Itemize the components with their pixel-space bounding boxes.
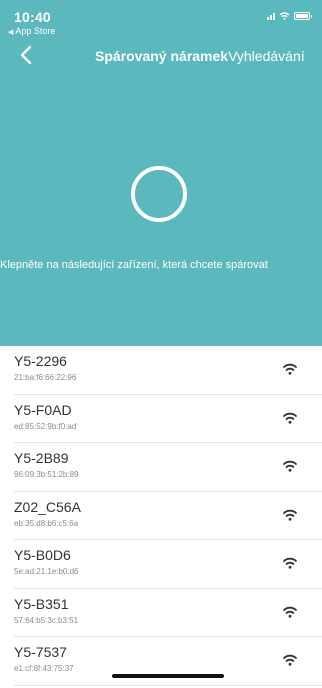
signal-strength-icon <box>283 509 297 521</box>
pairing-hint: Klepněte na následující zařízení, která … <box>0 259 268 271</box>
cellular-signal-icon <box>267 12 275 20</box>
device-row[interactable]: Z02_C56A eb:35:d8:b6:c5:6a <box>14 492 322 540</box>
device-mac-address: e1:cf:8f:43:75:37 <box>14 664 74 673</box>
back-to-app-link[interactable]: ◀ App Store <box>8 26 55 36</box>
device-mac-address: 57:64:b5:3c:b3:51 <box>14 615 79 625</box>
battery-icon <box>294 12 312 20</box>
device-mac-address: 21:ba:f6:66:22:96 <box>14 373 77 382</box>
status-bar: 10:40 ◀ App Store <box>0 0 322 36</box>
signal-strength-icon <box>283 606 297 618</box>
signal-strength-icon <box>283 363 297 375</box>
bracelet-ring-icon <box>131 166 187 222</box>
device-mac-address: eb:35:d8:b6:c5:6a <box>14 518 79 528</box>
device-row[interactable]: Y5-B0D6 5e:ad:21:1e:b0:d6 <box>14 540 322 589</box>
device-name: Y5-F0AD <box>14 401 72 418</box>
page-title: Spárovaný náramekVyhledávání <box>95 48 305 64</box>
device-mac-address: 5e:ad:21:1e:b0:d6 <box>14 567 79 576</box>
wifi-status-icon <box>279 12 290 20</box>
device-row[interactable]: Y5-F0AD ed:85:52:9b:f0:ad <box>14 395 322 443</box>
header-panel: 10:40 ◀ App Store Spárovaný náramekVyhled… <box>0 0 322 346</box>
device-name: Y5-2B89 <box>14 450 69 466</box>
status-icons <box>267 12 312 20</box>
back-chevron-icon[interactable] <box>16 44 38 66</box>
device-name: Z02_C56A <box>14 498 81 515</box>
device-row[interactable]: Y5-7537 e1:cf:8f:43:75:37 <box>14 637 322 686</box>
page-title-bold: Spárovaný náramek <box>95 48 229 64</box>
device-name: Y5-B351 <box>14 595 69 612</box>
device-row[interactable]: Y5-B351 57:64:b5:3c:b3:51 <box>14 589 322 637</box>
device-row[interactable]: Y5-2B89 96:09:3b:51:2b:89 <box>14 443 322 492</box>
page-title-rest: Vyhledávání <box>228 48 305 64</box>
device-mac-address: 96:09:3b:51:2b:89 <box>14 470 79 479</box>
device-name: Y5-7537 <box>14 644 67 660</box>
device-mac-address: ed:85:52:9b:f0:ad <box>14 421 77 431</box>
device-list: Y5-2296 21:ba:f6:66:22:96 Y5-F0AD ed:85:52:… <box>0 346 322 686</box>
back-app-label: App Store <box>15 26 56 36</box>
signal-strength-icon <box>283 460 297 472</box>
device-name: Y5-2296 <box>14 353 67 369</box>
device-name: Y5-B0D6 <box>14 547 71 563</box>
signal-strength-icon <box>283 557 297 569</box>
status-time: 10:40 <box>14 9 51 25</box>
home-indicator <box>112 674 224 678</box>
back-triangle-icon: ◀ <box>8 29 14 36</box>
signal-strength-icon <box>283 412 297 424</box>
device-row[interactable]: Y5-2296 21:ba:f6:66:22:96 <box>14 346 322 395</box>
signal-strength-icon <box>283 654 297 666</box>
bracelet-dots-icon <box>153 170 167 174</box>
